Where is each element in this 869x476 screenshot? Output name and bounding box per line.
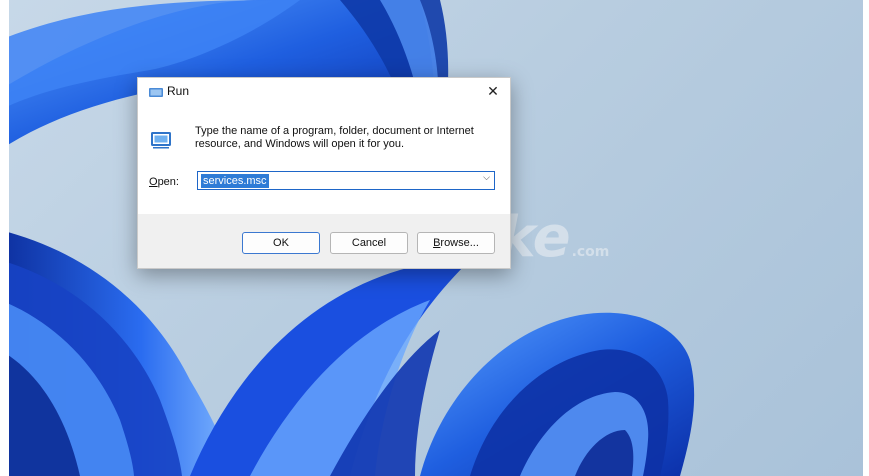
run-dialog: Run ✕ Type the name of a program, folder… xyxy=(137,77,511,269)
instructions-text: Type the name of a program, folder, docu… xyxy=(195,125,474,150)
chevron-down-icon[interactable]: ⌵ xyxy=(483,173,490,183)
open-combobox[interactable]: services.msc ⌵ xyxy=(197,171,495,190)
run-window-icon xyxy=(149,88,163,97)
cancel-button-label: Cancel xyxy=(351,237,387,249)
open-input-value[interactable]: services.msc xyxy=(201,174,269,188)
window-title: Run xyxy=(167,84,190,98)
left-border xyxy=(0,0,9,476)
button-bar: OK Cancel Browse... xyxy=(138,214,510,268)
browse-button[interactable]: Browse... xyxy=(417,232,495,254)
cancel-button[interactable]: Cancel xyxy=(330,232,408,254)
title-bar[interactable]: Run ✕ xyxy=(138,78,510,108)
open-label: Open: xyxy=(149,176,179,188)
close-icon: ✕ xyxy=(487,84,499,100)
watermark-suffix: .com xyxy=(571,244,610,260)
open-label-accelerator: O xyxy=(149,176,158,188)
ok-button-label: OK xyxy=(273,237,289,249)
browse-button-label: rowse... xyxy=(440,237,479,249)
open-label-rest: pen: xyxy=(157,176,179,188)
browse-accelerator: B xyxy=(433,237,441,249)
close-button[interactable]: ✕ xyxy=(480,81,506,103)
run-program-icon xyxy=(151,132,171,149)
ok-button[interactable]: OK xyxy=(242,232,320,254)
desktop: TipsMake.com Run ✕ Type the name of a pr… xyxy=(0,0,869,476)
right-border xyxy=(863,0,869,476)
